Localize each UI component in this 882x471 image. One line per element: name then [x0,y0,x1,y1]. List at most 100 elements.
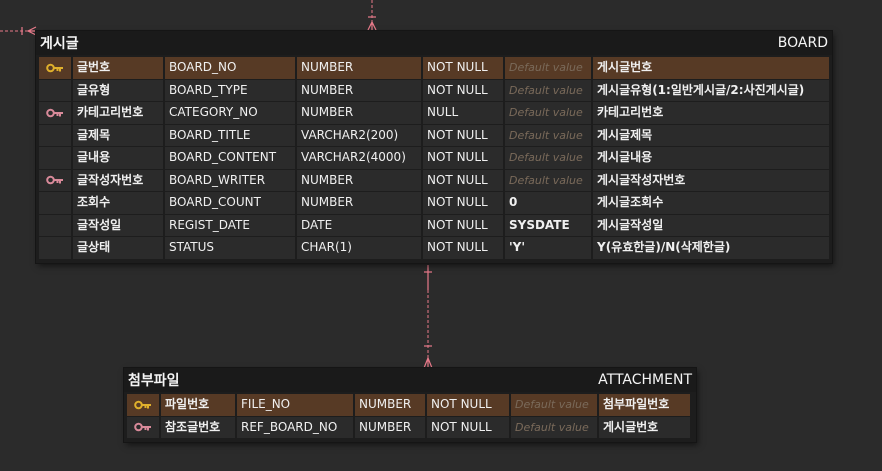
key-cell [39,237,71,259]
column-comment: 게시글번호 [599,416,690,438]
column-row[interactable]: 파일번호 FILE_NO NUMBER NOT NULL Default value 첨부… [127,394,693,416]
column-nullable: NOT NULL [423,124,503,146]
entity-logical-name: 게시글 [40,36,79,52]
key-cell [39,79,71,101]
column-default: Default value [505,57,591,79]
column-physical-name: BOARD_NO [165,57,295,79]
column-list: 파일번호 FILE_NO NUMBER NOT NULL Default value 첨부… [124,392,696,442]
column-physical-name: BOARD_TITLE [165,124,295,146]
column-data-type: NUMBER [297,192,421,214]
column-comment: 게시글유형(1:일반게시글/2:사진게시글) [593,79,829,101]
column-data-type: CHAR(1) [297,237,421,259]
column-default: SYSDATE [505,214,591,236]
column-row[interactable]: 글작성자번호 BOARD_WRITER NUMBER NOT NULL Default … [39,169,829,191]
column-data-type: DATE [297,214,421,236]
column-nullable: NOT NULL [423,147,503,169]
column-comment: 게시글내용 [593,147,829,169]
column-physical-name: BOARD_CONTENT [165,147,295,169]
key-cell [39,102,71,124]
column-data-type: NUMBER [355,394,425,416]
column-physical-name: CATEGORY_NO [165,102,295,124]
column-list: 글번호 BOARD_NO NUMBER NOT NULL Default value 게시… [36,55,832,263]
column-row[interactable]: 글제목 BOARD_TITLE VARCHAR2(200) NOT NULL Defau… [39,124,829,146]
column-comment: 게시글작성일 [593,214,829,236]
column-logical-name: 조회수 [73,192,163,214]
column-physical-name: BOARD_COUNT [165,192,295,214]
column-logical-name: 파일번호 [161,394,235,416]
column-data-type: NUMBER [297,169,421,191]
column-data-type: NUMBER [355,416,425,438]
column-default: Default value [511,394,597,416]
column-nullable: NOT NULL [423,169,503,191]
column-data-type: VARCHAR2(4000) [297,147,421,169]
primary-key-icon [46,63,64,73]
key-cell [127,394,159,416]
column-row[interactable]: 글유형 BOARD_TYPE NUMBER NOT NULL Default value… [39,79,829,101]
key-cell [39,147,71,169]
crowfoot-attachment [423,356,433,369]
entity-physical-name: ATTACHMENT [598,372,692,388]
key-cell [39,214,71,236]
crowfoot-top [367,20,377,31]
column-row[interactable]: 글작성일 REGIST_DATE DATE NOT NULL SYSDATE 게시글작성일 [39,214,829,236]
column-row[interactable]: 글내용 BOARD_CONTENT VARCHAR2(4000) NOT NULL De… [39,147,829,169]
column-logical-name: 글내용 [73,147,163,169]
column-logical-name: 카테고리번호 [73,102,163,124]
crowfoot-left [26,26,37,36]
column-row[interactable]: 글상태 STATUS CHAR(1) NOT NULL 'Y' Y(유효한글)/N(삭제한… [39,237,829,259]
column-row[interactable]: 글번호 BOARD_NO NUMBER NOT NULL Default value 게시… [39,57,829,79]
column-physical-name: BOARD_TYPE [165,79,295,101]
column-comment: 게시글조회수 [593,192,829,214]
column-nullable: NOT NULL [423,237,503,259]
column-default: Default value [505,147,591,169]
key-cell [127,416,159,438]
column-row[interactable]: 카테고리번호 CATEGORY_NO NUMBER NULL Default value… [39,102,829,124]
entity-header[interactable]: 첨부파일 ATTACHMENT [124,368,696,392]
key-cell [39,192,71,214]
column-nullable: NOT NULL [423,57,503,79]
column-nullable: NOT NULL [423,214,503,236]
entity-physical-name: BOARD [777,35,828,51]
column-physical-name: STATUS [165,237,295,259]
column-nullable: NOT NULL [427,416,509,438]
column-comment: 첨부파일번호 [599,394,690,416]
entity-header[interactable]: 게시글 BOARD [36,31,832,55]
entity-board[interactable]: 게시글 BOARD 글번호 BOARD_NO NUMBER NOT NULL Defau… [36,31,832,263]
column-data-type: NUMBER [297,79,421,101]
foreign-key-icon [46,175,64,185]
column-logical-name: 글작성일 [73,214,163,236]
column-physical-name: BOARD_WRITER [165,169,295,191]
column-nullable: NULL [423,102,503,124]
column-default: Default value [505,169,591,191]
column-logical-name: 참조글번호 [161,416,235,438]
column-data-type: NUMBER [297,102,421,124]
column-logical-name: 글제목 [73,124,163,146]
column-logical-name: 글유형 [73,79,163,101]
column-nullable: NOT NULL [427,394,509,416]
column-physical-name: REGIST_DATE [165,214,295,236]
column-comment: 게시글제목 [593,124,829,146]
column-default: 'Y' [505,237,591,259]
column-nullable: NOT NULL [423,192,503,214]
foreign-key-icon [46,108,64,118]
column-nullable: NOT NULL [423,79,503,101]
column-data-type: NUMBER [297,57,421,79]
column-physical-name: FILE_NO [237,394,353,416]
column-row[interactable]: 조회수 BOARD_COUNT NUMBER NOT NULL 0 게시글조회수 [39,192,829,214]
entity-attachment[interactable]: 첨부파일 ATTACHMENT 파일번호 FILE_NO NUMBER NOT NUL… [124,368,696,442]
column-physical-name: REF_BOARD_NO [237,416,353,438]
column-default: Default value [505,124,591,146]
column-comment: Y(유효한글)/N(삭제한글) [593,237,829,259]
column-default: Default value [511,416,597,438]
column-comment: 게시글작성자번호 [593,169,829,191]
column-default: Default value [505,79,591,101]
column-row[interactable]: 참조글번호 REF_BOARD_NO NUMBER NOT NULL Default v… [127,416,693,438]
foreign-key-icon [134,422,152,432]
column-comment: 게시글번호 [593,57,829,79]
key-cell [39,124,71,146]
column-data-type: VARCHAR2(200) [297,124,421,146]
column-default: 0 [505,192,591,214]
column-comment: 카테고리번호 [593,102,829,124]
column-logical-name: 글번호 [73,57,163,79]
entity-logical-name: 첨부파일 [128,373,180,389]
